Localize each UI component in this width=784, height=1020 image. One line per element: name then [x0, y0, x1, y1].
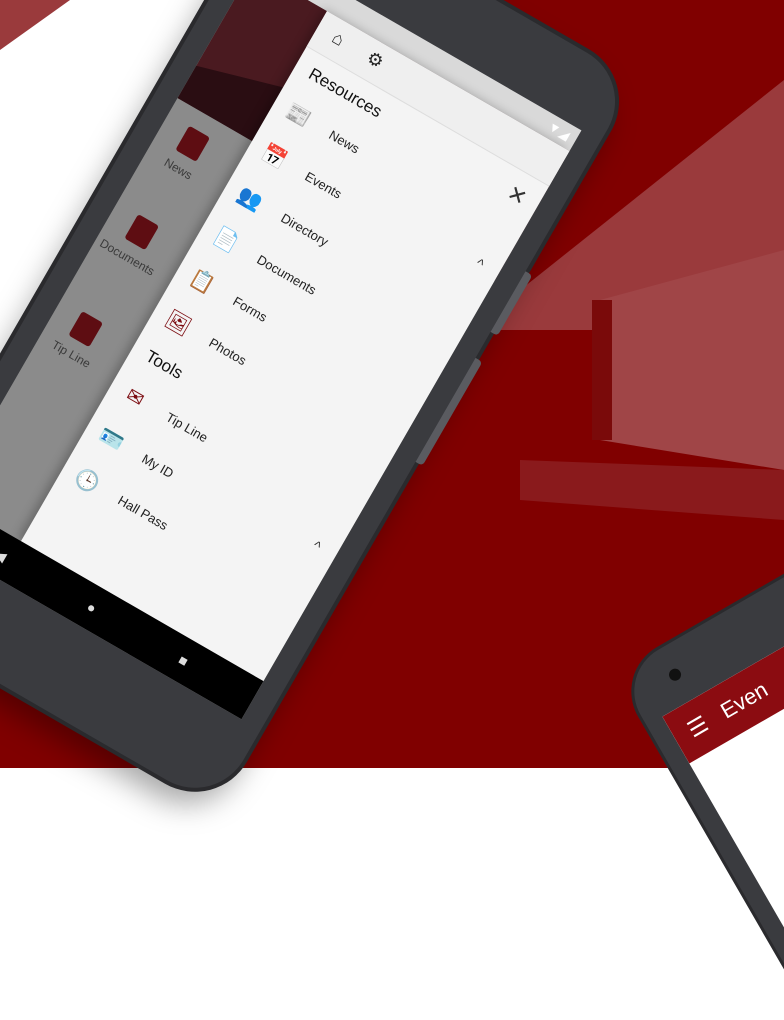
form-icon: 📋	[185, 265, 219, 298]
account-settings-icon[interactable]: ⚙	[363, 47, 387, 73]
drawer-item-label: Directory	[278, 209, 332, 249]
second-phone-screen: ☰ Even	[662, 584, 784, 994]
newspaper-icon	[175, 125, 211, 162]
home-icon[interactable]: ⌂	[328, 27, 348, 51]
envelope-icon: ✉	[122, 383, 148, 412]
tools-section-title: Tools	[142, 346, 187, 383]
calendar-icon: 📅	[257, 140, 291, 173]
photos-icon: 🖼	[161, 307, 195, 339]
home-button[interactable]: ●	[84, 598, 99, 616]
drawer-item-label: Documents	[254, 251, 320, 298]
close-drawer-button[interactable]: ✕	[502, 180, 531, 212]
drawer-item-label: Hall Pass	[115, 492, 171, 533]
drawer-item-label: My ID	[139, 450, 177, 481]
drawer-item-label: Events	[302, 168, 345, 202]
collapse-tools-button[interactable]: ^	[310, 537, 324, 554]
document-icon	[124, 214, 160, 251]
drawer-item-label: News	[326, 126, 363, 156]
drawer-item-label: Forms	[230, 293, 271, 325]
document-icon: 📄	[209, 224, 243, 256]
menu-icon[interactable]: ☰	[683, 711, 713, 743]
drawer-item-label: Photos	[206, 334, 250, 368]
drawer-item-label: Tip Line	[163, 409, 211, 445]
back-button[interactable]: ◀	[0, 545, 9, 565]
recents-button[interactable]: ■	[176, 651, 191, 669]
collapse-resources-button[interactable]: ^	[473, 255, 487, 272]
id-card-icon: 🪪	[94, 423, 128, 455]
camera-icon	[666, 666, 684, 683]
clock-icon: 🕒	[70, 464, 104, 497]
newspaper-icon: 📰	[281, 99, 315, 131]
envelope-icon	[68, 310, 104, 348]
bg-tile-label: News	[161, 155, 195, 183]
people-icon: 👥	[233, 182, 267, 215]
app-bar-title: Even	[716, 676, 773, 724]
